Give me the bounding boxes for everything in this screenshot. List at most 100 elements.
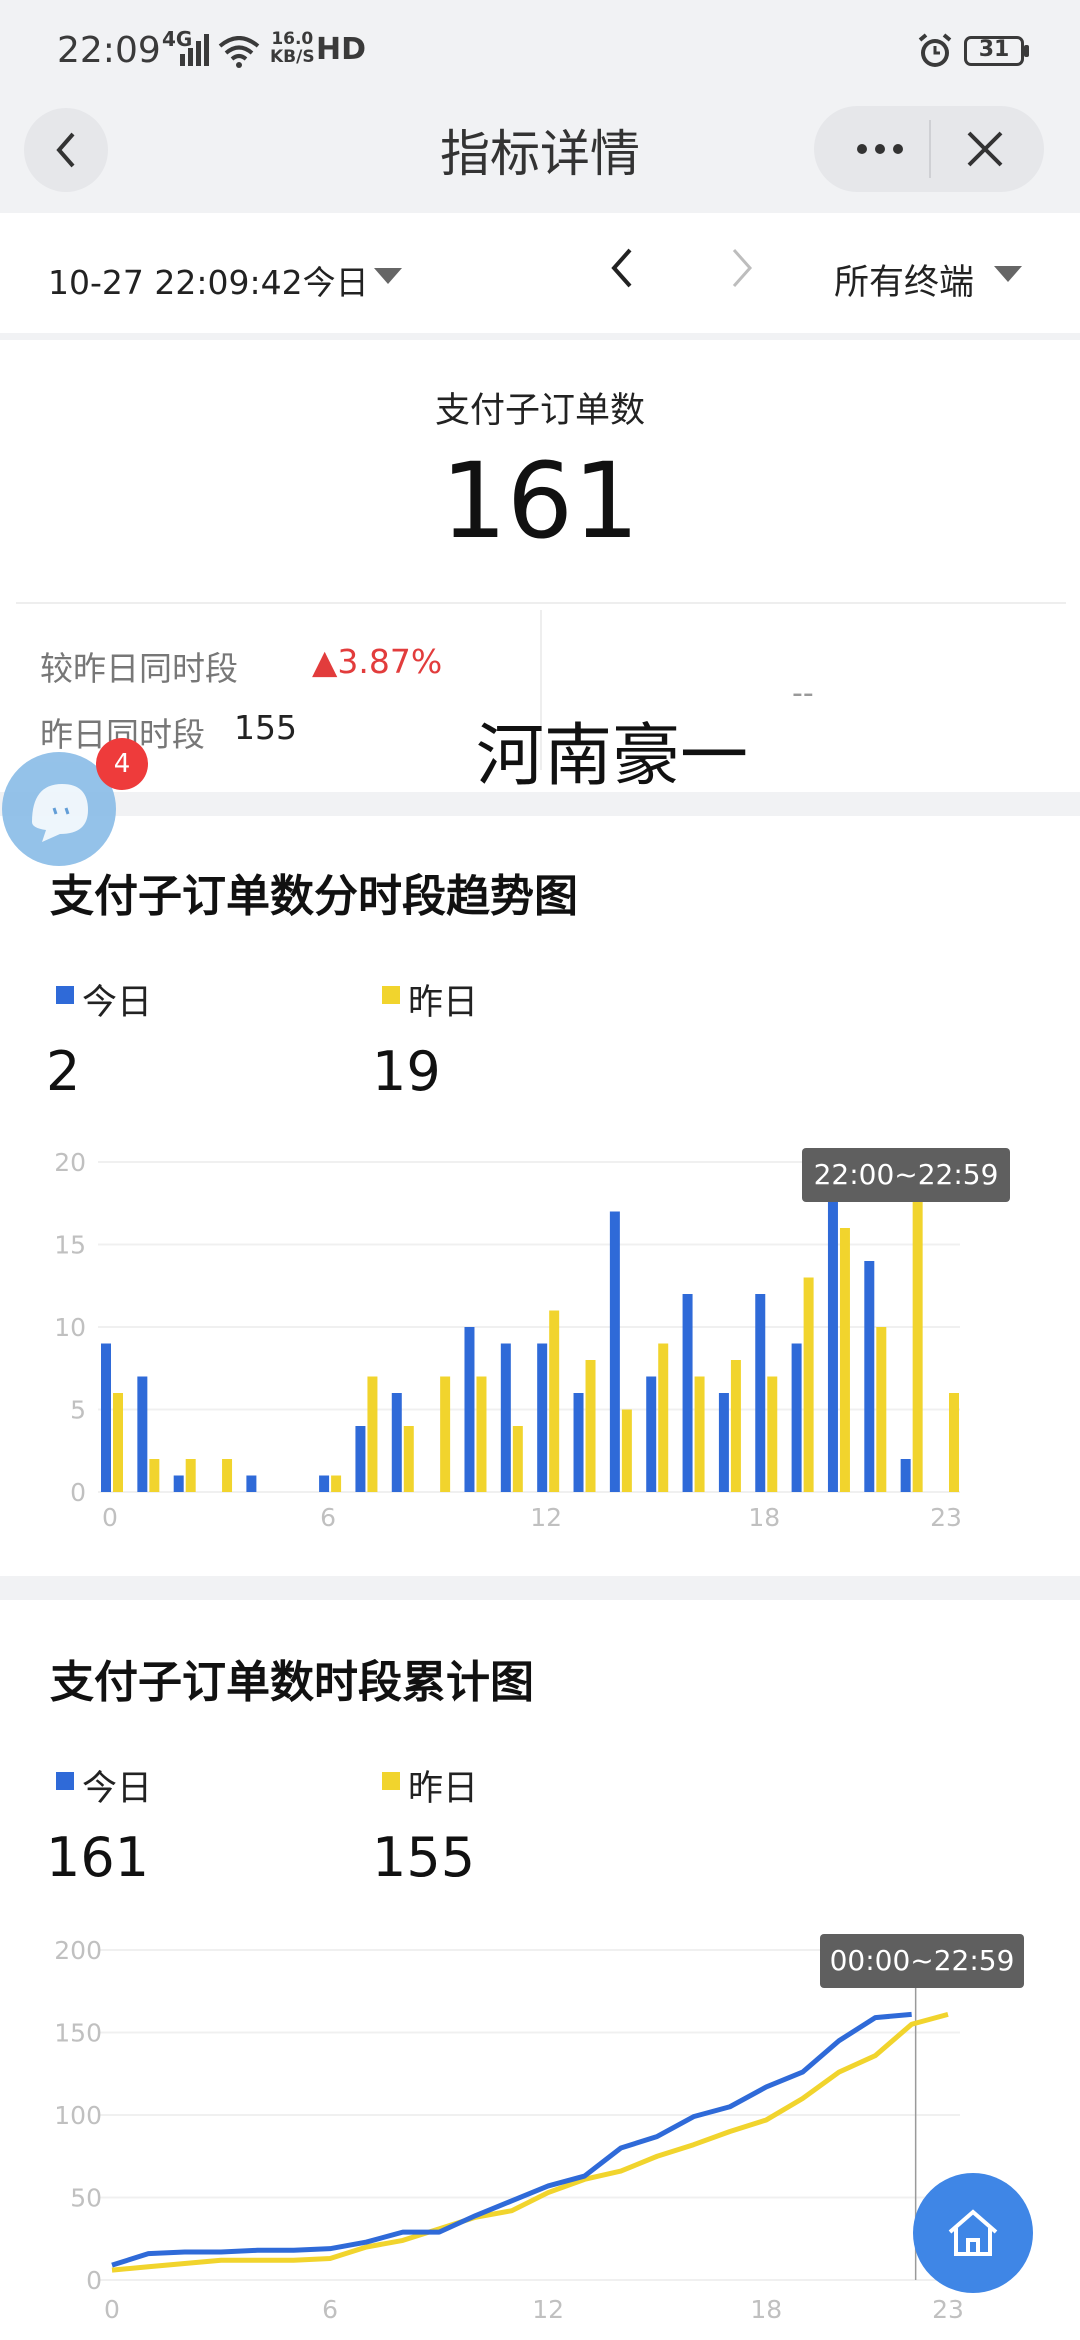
cumulative-tooltip: 00:00~22:59 [820,1934,1024,1988]
bar [319,1475,330,1492]
bar [609,1211,620,1492]
bar [113,1393,123,1492]
y-tick-label: 0 [86,2266,102,2295]
bar [331,1475,342,1492]
capsule-divider [929,120,931,178]
x-tick-label: 12 [532,2295,564,2324]
status-time: 22:09 [57,30,161,71]
alarm-icon [916,32,954,74]
bar [500,1343,511,1492]
y-tick-label: 10 [54,1313,86,1342]
watermark-text: 河南豪一 [476,717,749,796]
bar [573,1393,584,1492]
legend-today-swatch [56,1772,74,1790]
x-tick-label: 0 [102,1503,118,1532]
bar [755,1294,766,1492]
bar [730,1360,741,1492]
cumulative-yesterday-value: 155 [372,1826,476,1889]
bar [101,1343,111,1492]
bar [464,1327,475,1492]
bar [621,1409,632,1492]
bar [658,1343,669,1492]
bar [137,1376,148,1492]
bar [222,1459,233,1492]
x-tick-label: 6 [320,1503,336,1532]
compare-value: ▲3.87% [312,642,443,681]
bar [876,1327,887,1492]
bar [476,1376,487,1492]
bar [646,1376,657,1492]
date-selector[interactable]: 10-27 22:09:42今日 [48,256,369,304]
cumulative-today-value: 161 [46,1826,150,1889]
trend-today-value: 2 [46,1040,81,1103]
bar [803,1277,814,1492]
trend-yesterday-value: 19 [372,1040,441,1103]
y-tick-label: 5 [70,1396,86,1425]
bar [839,1228,850,1492]
home-button[interactable] [913,2173,1033,2293]
trend-tooltip: 22:00~22:59 [802,1148,1010,1202]
bar [585,1360,596,1492]
bar [827,1178,838,1492]
series-line-today [111,2011,912,2268]
next-day-button[interactable] [728,246,756,294]
bar [440,1376,451,1492]
bar [246,1475,257,1492]
legend-today-swatch [56,986,74,1004]
date-dropdown-icon[interactable] [374,268,402,284]
metric-divider [16,602,1066,604]
y-tick-label: 100 [54,2101,102,2130]
legend-today-label: 今日 [82,1769,153,1809]
bar [173,1475,184,1492]
notification-badge: 4 [96,738,148,790]
battery-cap [1024,45,1029,57]
bar [367,1376,378,1492]
legend-yesterday-label: 昨日 [408,1769,479,1809]
cumulative-title: 支付子订单数时段累计图 [50,1657,534,1708]
terminal-dropdown-icon[interactable] [994,266,1022,282]
close-icon [967,131,1003,167]
bar [185,1459,196,1492]
bar [512,1426,523,1492]
bar [912,1178,923,1492]
terminal-selector[interactable]: 所有终端 [834,254,974,305]
y-tick-label: 0 [70,1478,86,1507]
y-tick-label: 200 [54,1936,102,1965]
prev-day-button[interactable] [608,246,636,294]
x-tick-label: 18 [748,1503,780,1532]
bar [791,1343,802,1492]
yesterday-value: 155 [234,708,297,747]
bar [391,1393,402,1492]
y-tick-label: 15 [54,1231,86,1260]
hd-indicator: HD [316,32,367,67]
network-speed-value: 16.0 [271,29,314,49]
close-button[interactable] [950,118,1020,180]
chevron-right-icon [732,249,753,287]
signal-icon [180,34,210,70]
y-tick-label: 150 [54,2019,102,2048]
x-tick-label: 23 [932,2295,964,2324]
x-tick-label: 6 [322,2295,338,2324]
bar [682,1294,693,1492]
x-tick-label: 18 [750,2295,782,2324]
metric-label: 支付子订单数 [434,391,645,431]
home-icon [948,2209,998,2256]
more-icon [857,144,903,154]
legend-today-label: 今日 [82,983,153,1023]
bar [694,1376,705,1492]
y-tick-label: 50 [70,2184,102,2213]
bar [864,1261,875,1492]
bar [403,1426,414,1492]
more-button[interactable] [840,120,920,178]
x-tick-label: 0 [104,2295,120,2324]
chevron-left-icon [611,248,632,288]
bar [949,1393,959,1492]
compare-label: 较昨日同时段 [40,649,238,688]
trend-title: 支付子订单数分时段趋势图 [50,871,578,922]
metric-value: 161 [440,440,640,562]
battery-level: 31 [978,37,1010,62]
bar [718,1393,729,1492]
network-speed: 16.0 KB/S [270,30,315,66]
placeholder-dash: -- [792,676,814,711]
bar [767,1376,778,1492]
